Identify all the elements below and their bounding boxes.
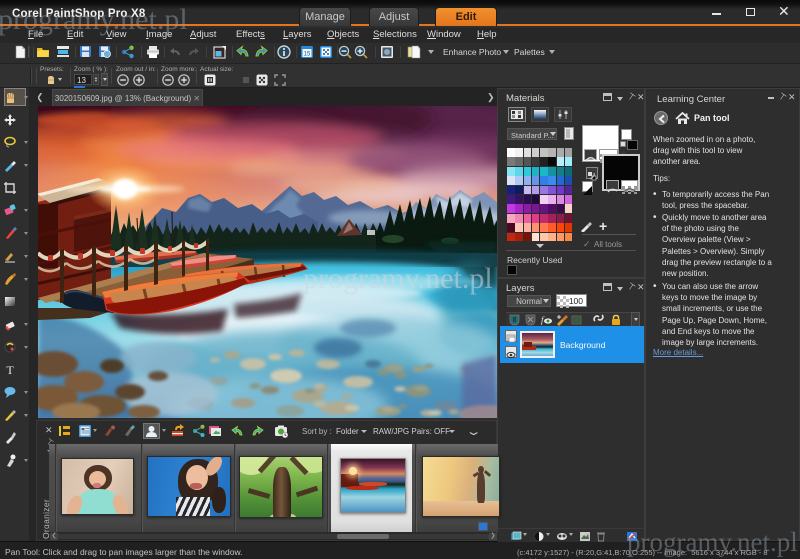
svg-text:15: 15 <box>304 52 311 58</box>
svg-text:T: T <box>6 363 14 377</box>
